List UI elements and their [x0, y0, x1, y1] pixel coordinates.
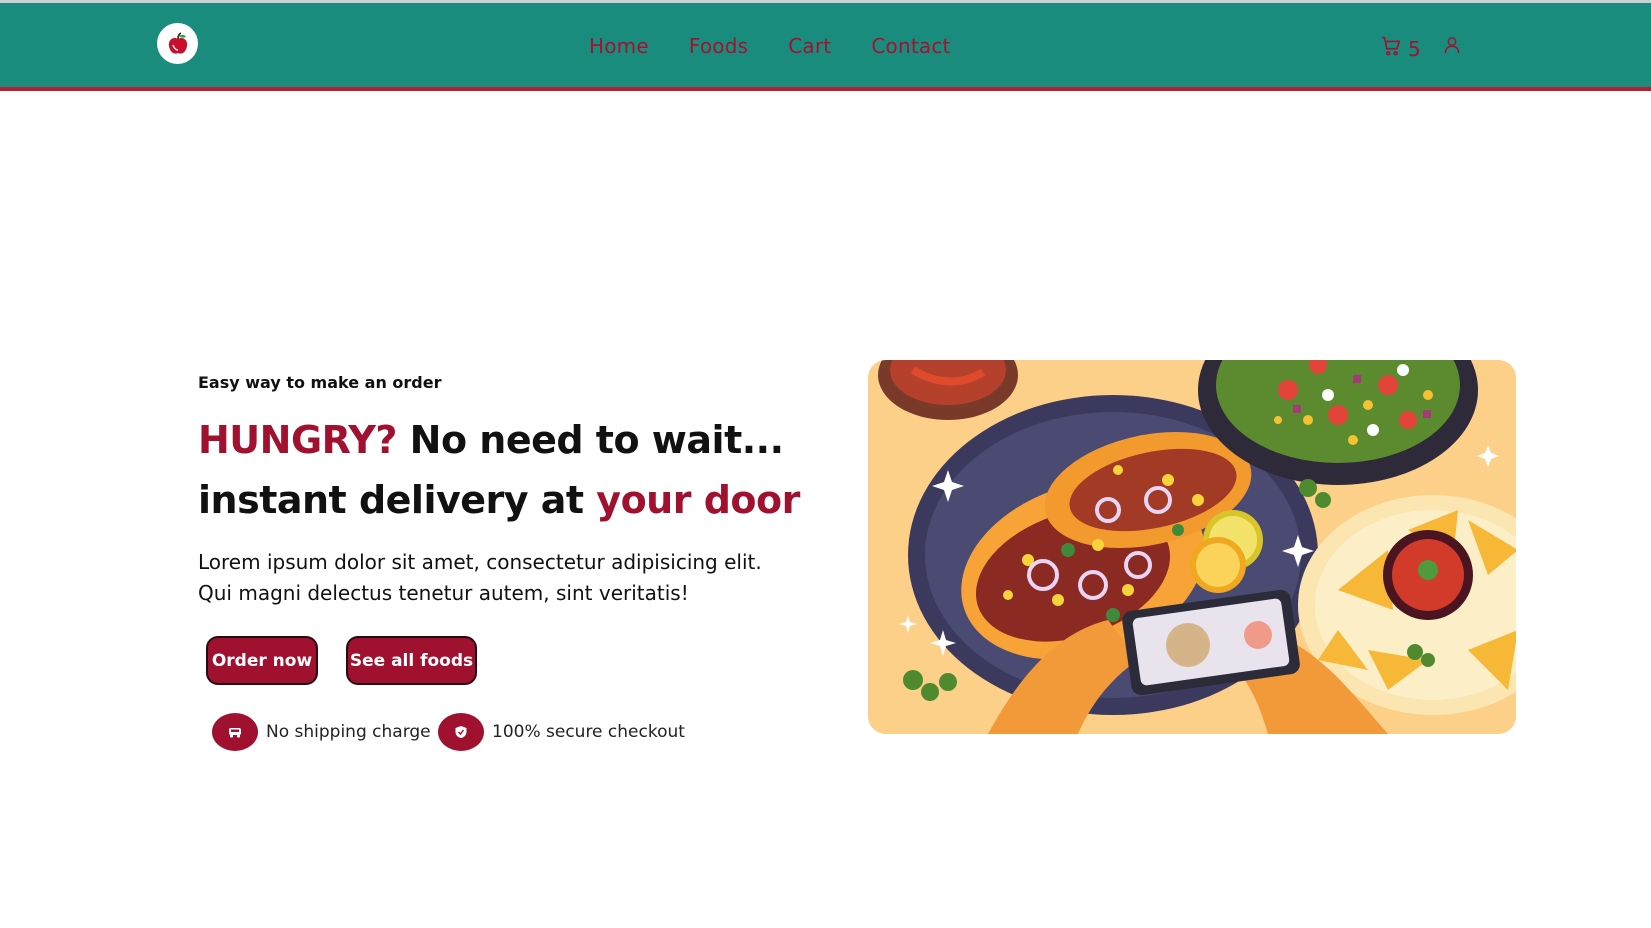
user-button[interactable] — [1442, 35, 1462, 59]
feature-shipping-label: No shipping charge — [266, 722, 431, 742]
hero-title-highlight: HUNGRY? — [198, 418, 397, 462]
hero-title-accent: your door — [596, 478, 800, 522]
nav-home[interactable]: Home — [589, 34, 649, 58]
shield-icon — [438, 713, 484, 751]
apple-logo-icon[interactable] — [157, 23, 198, 64]
hero-description: Lorem ipsum dolor sit amet, consectetur … — [198, 550, 762, 605]
site-header: Home Foods Cart Contact 5 — [0, 3, 1651, 91]
see-all-foods-button[interactable]: See all foods — [346, 636, 477, 685]
hero-tagline: Easy way to make an order — [198, 373, 442, 392]
hero-title: HUNGRY? No need to wait... instant deliv… — [198, 410, 818, 530]
car-icon — [212, 713, 258, 751]
food-illustration — [868, 360, 1516, 734]
user-icon — [1442, 37, 1462, 59]
nav-foods[interactable]: Foods — [689, 34, 748, 58]
cart-count-badge: 5 — [1408, 36, 1421, 61]
feature-secure: 100% secure checkout — [438, 713, 685, 751]
nav-contact[interactable]: Contact — [871, 34, 950, 58]
order-now-button[interactable]: Order now — [206, 636, 318, 685]
feature-secure-label: 100% secure checkout — [492, 722, 685, 742]
main-nav: Home Foods Cart Contact — [589, 34, 951, 58]
cart-button[interactable]: 5 — [1380, 35, 1421, 62]
cart-icon — [1380, 35, 1402, 62]
nav-cart[interactable]: Cart — [788, 34, 831, 58]
feature-shipping: No shipping charge — [212, 713, 431, 751]
